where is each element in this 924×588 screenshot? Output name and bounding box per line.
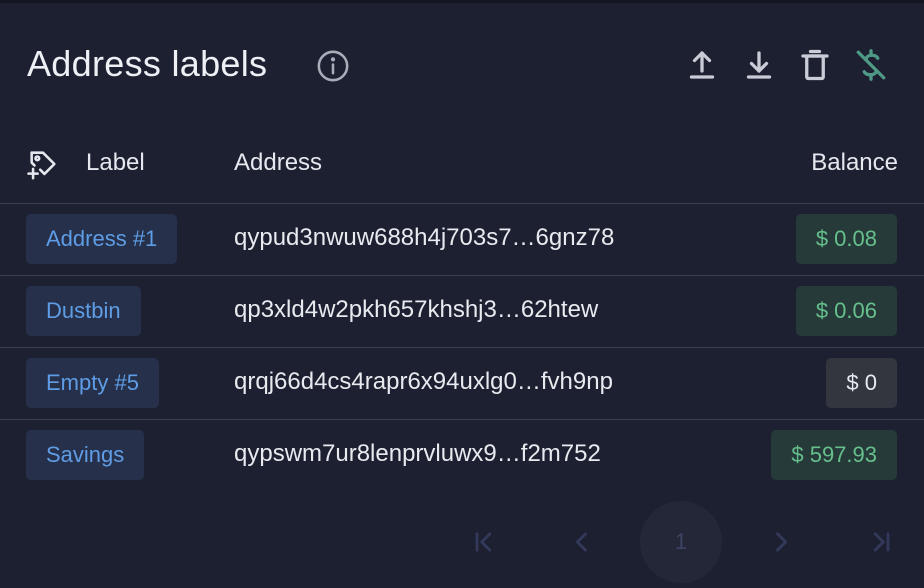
pagination: 1	[0, 501, 924, 583]
balance-badge: $ 0	[826, 358, 897, 408]
address-label-chip[interactable]: Dustbin	[26, 286, 141, 336]
column-header-address[interactable]: Address	[234, 149, 322, 177]
balance-badge: $ 0.06	[795, 286, 897, 336]
table-row[interactable]: Empty #5 qrqj66d4cs4rapr6x94uxlg0…fvh9np…	[0, 347, 924, 420]
chevron-left-icon	[575, 532, 587, 552]
info-icon[interactable]	[316, 49, 350, 83]
last-page-button[interactable]	[840, 501, 922, 583]
page-title: Address labels	[27, 43, 268, 84]
current-page-button[interactable]: 1	[640, 501, 722, 583]
first-page-icon	[475, 532, 492, 552]
column-header-label[interactable]: Label	[86, 149, 145, 177]
balance-badge: $ 597.93	[771, 430, 897, 480]
address-label-chip[interactable]: Address #1	[26, 214, 178, 264]
trash-icon[interactable]	[797, 47, 833, 83]
table-header: Label Address Balance	[0, 143, 924, 204]
table-row[interactable]: Savings qypswm7ur8lenprvluwx9…f2m752 $ 5…	[0, 419, 924, 491]
first-page-button[interactable]	[443, 501, 525, 583]
address-label-chip[interactable]: Savings	[26, 430, 145, 480]
address-value[interactable]: qp3xld4w2pkh657khshj3…62htew	[234, 296, 598, 324]
tag-add-icon[interactable]	[26, 147, 60, 181]
last-page-icon	[873, 532, 890, 552]
address-value[interactable]: qrqj66d4cs4rapr6x94uxlg0…fvh9np	[234, 368, 613, 396]
address-value[interactable]: qypud3nwuw688h4j703s7…6gnz78	[234, 224, 614, 252]
download-icon[interactable]	[741, 47, 777, 83]
previous-page-button[interactable]	[541, 501, 623, 583]
table-row[interactable]: Address #1 qypud3nwuw688h4j703s7…6gnz78 …	[0, 203, 924, 276]
chevron-right-icon	[776, 532, 788, 552]
balance-badge: $ 0.08	[795, 214, 897, 264]
address-value[interactable]: qypswm7ur8lenprvluwx9…f2m752	[234, 440, 601, 468]
address-label-chip[interactable]: Empty #5	[26, 358, 159, 408]
upload-icon[interactable]	[684, 47, 720, 83]
dollar-off-icon[interactable]	[853, 47, 889, 83]
table-row[interactable]: Dustbin qp3xld4w2pkh657khshj3…62htew $ 0…	[0, 275, 924, 348]
column-header-balance[interactable]: Balance	[811, 149, 898, 177]
address-labels-panel: Address labels Label Address Balance Add…	[0, 0, 924, 588]
next-page-button[interactable]	[740, 501, 822, 583]
